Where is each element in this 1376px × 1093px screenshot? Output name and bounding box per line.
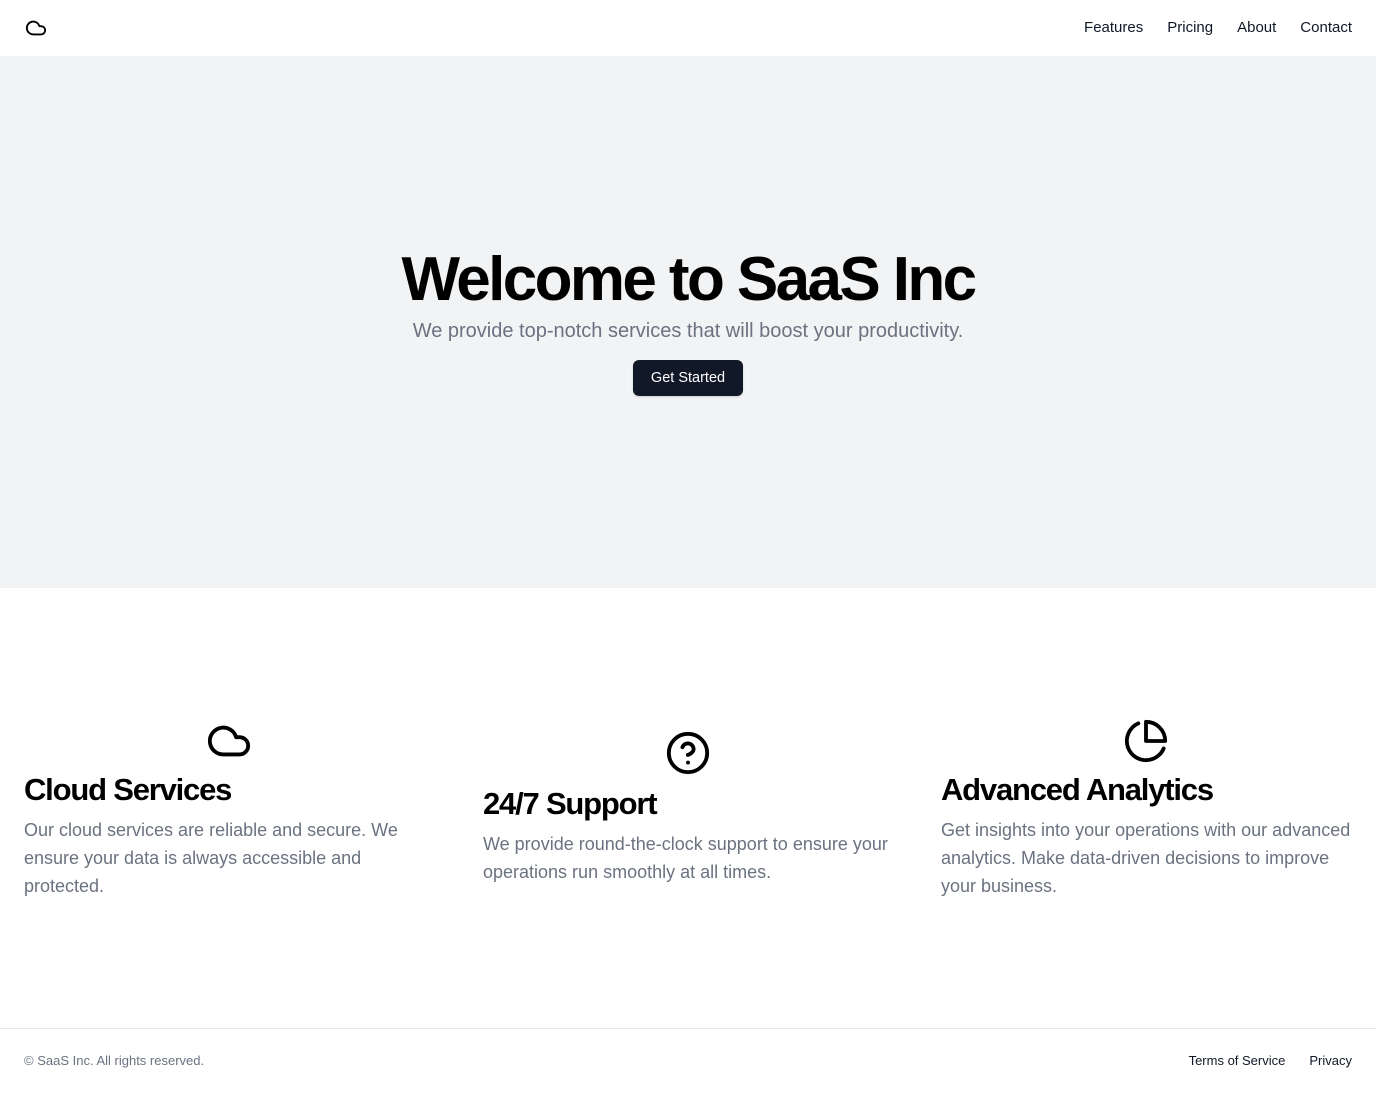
get-started-button[interactable]: Get Started — [633, 360, 743, 396]
terms-of-service-link[interactable]: Terms of Service — [1189, 1053, 1286, 1069]
nav-link-pricing[interactable]: Pricing — [1167, 18, 1213, 38]
nav-link-contact[interactable]: Contact — [1300, 18, 1352, 38]
feature-title: Cloud Services — [24, 772, 232, 807]
pie-chart-icon — [1124, 719, 1168, 763]
nav-link-features[interactable]: Features — [1084, 18, 1143, 38]
cloud-icon[interactable] — [24, 17, 48, 39]
hero-subtitle: We provide top-notch services that will … — [412, 320, 964, 342]
copyright-text: © SaaS Inc. All rights reserved. — [24, 1053, 205, 1068]
hero-title: Welcome to SaaS Inc — [401, 245, 977, 314]
nav-link-about[interactable]: About — [1237, 18, 1276, 38]
feature-title: 24/7 Support — [483, 786, 658, 821]
feature-description: Our cloud services are reliable and secu… — [24, 820, 398, 896]
site-footer: © SaaS Inc. All rights reserved. Terms o… — [0, 1028, 1376, 1093]
hero-section: Welcome to SaaS Inc We provide top-notch… — [0, 56, 1376, 588]
site-header: Features Pricing About Contact — [0, 0, 1376, 56]
help-circle-icon — [666, 731, 710, 775]
feature-title: Advanced Analytics — [941, 772, 1214, 807]
main-nav: Features Pricing About Contact — [1084, 18, 1352, 38]
cloud-icon — [207, 725, 251, 757]
footer-nav: Terms of Service Privacy — [1189, 1053, 1352, 1069]
feature-description: Get insights into your operations with o… — [941, 820, 1351, 896]
privacy-link[interactable]: Privacy — [1309, 1053, 1352, 1069]
feature-description: We provide round-the-clock support to en… — [483, 834, 888, 882]
